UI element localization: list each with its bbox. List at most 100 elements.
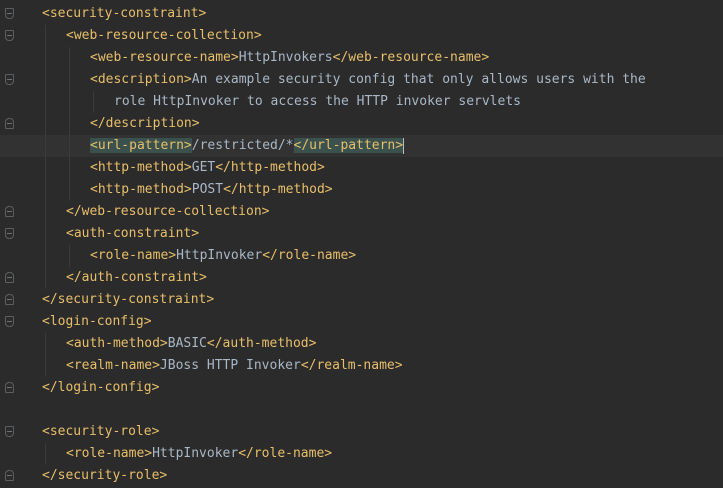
xml-tag: </auth-method>: [206, 336, 317, 351]
xml-text: HttpInvokers: [238, 50, 333, 65]
indent-guide: [69, 245, 70, 267]
xml-tag: <role-name>: [66, 446, 153, 461]
code-line[interactable]: <security-constraint>: [0, 3, 723, 25]
code-line[interactable]: <realm-name>JBoss HTTP Invoker</realm-na…: [0, 355, 723, 377]
code-line-content: <login-config>: [42, 311, 152, 333]
code-line-content: <http-method>GET</http-method>: [90, 157, 325, 179]
indent-guide: [45, 201, 46, 223]
xml-tag: <auth-constraint>: [66, 226, 200, 241]
xml-tag: <description>: [90, 72, 192, 87]
code-line-content: role HttpInvoker to access the HTTP invo…: [114, 91, 521, 113]
code-line-content: <realm-name>JBoss HTTP Invoker</realm-na…: [66, 355, 403, 377]
code-line[interactable]: <security-role>: [0, 421, 723, 443]
code-line[interactable]: </auth-constraint>: [0, 267, 723, 289]
xml-tag: <realm-name>: [66, 358, 160, 373]
code-line[interactable]: </security-role>: [0, 465, 723, 487]
code-line-content: </web-resource-collection>: [66, 201, 270, 223]
code-line-content: </security-constraint>: [42, 289, 214, 311]
indent-guide: [69, 47, 70, 69]
xml-tag: <web-resource-collection>: [66, 28, 262, 43]
xml-text: /restricted/*: [191, 138, 294, 153]
xml-text: HttpInvoker: [152, 446, 239, 461]
xml-tag: </login-config>: [42, 380, 160, 395]
code-line-content: <auth-constraint>: [66, 223, 199, 245]
indent-guide: [45, 443, 46, 465]
indent-guide: [45, 267, 46, 289]
code-line[interactable]: <auth-constraint>: [0, 223, 723, 245]
indent-guide: [69, 157, 70, 179]
code-line-content: <url-pattern>/restricted/*</url-pattern>: [90, 135, 404, 157]
code-line[interactable]: <http-method>POST</http-method>: [0, 179, 723, 201]
xml-tag: <http-method>: [90, 160, 192, 175]
code-line-content: </auth-constraint>: [66, 267, 207, 289]
xml-tag: </security-role>: [42, 468, 168, 483]
xml-tag: </http-method>: [215, 160, 325, 175]
code-line[interactable]: <role-name>HttpInvoker</role-name>: [0, 443, 723, 465]
code-line-content: <description>An example security config …: [90, 69, 646, 91]
indent-guide: [45, 179, 46, 201]
code-line[interactable]: <web-resource-name>HttpInvokers</web-res…: [0, 47, 723, 69]
code-line[interactable]: role HttpInvoker to access the HTTP invo…: [0, 91, 723, 113]
code-line-content: </security-role>: [42, 465, 167, 487]
xml-tag: <security-role>: [42, 424, 160, 439]
code-line-content: </description>: [90, 113, 200, 135]
xml-text: POST: [191, 182, 224, 197]
xml-tag: <login-config>: [42, 314, 152, 329]
text-caret: [403, 138, 404, 154]
xml-tag: </web-resource-collection>: [66, 204, 270, 219]
code-line[interactable]: [0, 399, 723, 421]
xml-tag: </http-method>: [223, 182, 333, 197]
xml-tag: </role-name>: [262, 248, 357, 263]
xml-tag: </description>: [90, 116, 200, 131]
code-line[interactable]: <description>An example security config …: [0, 69, 723, 91]
indent-guide: [45, 91, 46, 113]
code-line-content: <security-constraint>: [42, 3, 206, 25]
indent-guide: [45, 355, 46, 377]
code-line-content: <auth-method>BASIC</auth-method>: [66, 333, 316, 355]
code-line-content: <role-name>HttpInvoker</role-name>: [66, 443, 332, 465]
xml-text: GET: [191, 160, 216, 175]
xml-text: JBoss HTTP Invoker: [159, 358, 301, 373]
indent-guide: [45, 25, 46, 47]
indent-guide: [45, 69, 46, 91]
xml-text: An example security config that only all…: [191, 72, 646, 87]
indent-guide: [69, 113, 70, 135]
code-line[interactable]: </description>: [0, 113, 723, 135]
code-line[interactable]: <login-config>: [0, 311, 723, 333]
indent-guide: [69, 179, 70, 201]
xml-tag: <http-method>: [90, 182, 192, 197]
xml-tag: </url-pattern>: [293, 138, 404, 153]
indent-guide: [45, 47, 46, 69]
code-line-content: <web-resource-name>HttpInvokers</web-res…: [90, 47, 489, 69]
code-line[interactable]: <auth-method>BASIC</auth-method>: [0, 333, 723, 355]
code-line-content: <role-name>HttpInvoker</role-name>: [90, 245, 356, 267]
code-area[interactable]: <security-constraint> <web-resource-colle…: [0, 0, 723, 488]
code-line[interactable]: <role-name>HttpInvoker</role-name>: [0, 245, 723, 267]
indent-guide: [45, 333, 46, 355]
current-code-line[interactable]: <url-pattern>/restricted/*</url-pattern>: [0, 135, 723, 157]
code-line[interactable]: </security-constraint>: [0, 289, 723, 311]
indent-guide: [45, 157, 46, 179]
indent-guide: [69, 135, 70, 157]
xml-text: role HttpInvoker to access the HTTP invo…: [114, 94, 521, 109]
xml-tag: </security-constraint>: [42, 292, 215, 307]
xml-tag: <web-resource-name>: [90, 50, 239, 65]
xml-text: HttpInvoker: [176, 248, 263, 263]
xml-text: BASIC: [167, 336, 207, 351]
code-line-content: <web-resource-collection>: [66, 25, 262, 47]
xml-tag: <role-name>: [90, 248, 177, 263]
code-line-content: </login-config>: [42, 377, 159, 399]
code-line[interactable]: </login-config>: [0, 377, 723, 399]
xml-tag: </realm-name>: [300, 358, 403, 373]
xml-tag: <auth-method>: [66, 336, 168, 351]
code-line[interactable]: </web-resource-collection>: [0, 201, 723, 223]
code-line-content: <http-method>POST</http-method>: [90, 179, 333, 201]
indent-guide: [69, 69, 70, 91]
code-line[interactable]: <http-method>GET</http-method>: [0, 157, 723, 179]
code-line-content: <security-role>: [42, 421, 159, 443]
xml-tag: <url-pattern>: [90, 138, 192, 153]
code-editor[interactable]: <security-constraint> <web-resource-colle…: [0, 0, 723, 488]
xml-tag: </auth-constraint>: [66, 270, 207, 285]
code-line[interactable]: <web-resource-collection>: [0, 25, 723, 47]
indent-guide: [45, 223, 46, 245]
